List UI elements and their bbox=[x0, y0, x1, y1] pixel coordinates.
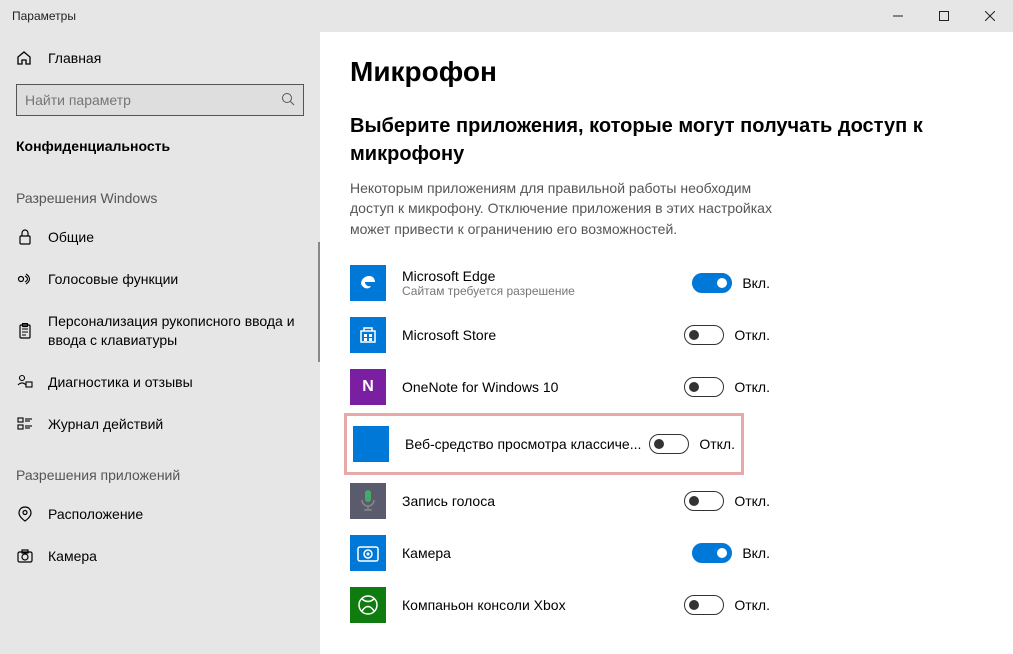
search-input[interactable] bbox=[25, 92, 281, 108]
toggle-label: Откл. bbox=[734, 597, 770, 613]
sidebar-item-diagnostics[interactable]: Диагностика и отзывы bbox=[0, 361, 320, 403]
app-toggle-wrap: Откл. bbox=[649, 434, 735, 454]
sidebar-item-label: Расположение bbox=[48, 505, 304, 523]
app-text: Запись голоса bbox=[402, 493, 684, 509]
sidebar-item-inking[interactable]: Персонализация рукописного ввода и ввода… bbox=[0, 300, 320, 360]
app-name: Компаньон консоли Xbox bbox=[402, 597, 684, 613]
app-toggle-wrap: Откл. bbox=[684, 491, 770, 511]
lock-icon bbox=[16, 229, 34, 245]
close-button[interactable] bbox=[967, 0, 1013, 32]
app-toggle[interactable] bbox=[692, 273, 732, 293]
activity-icon bbox=[16, 416, 34, 432]
main-content: Микрофон Выберите приложения, которые мо… bbox=[320, 32, 1013, 654]
sidebar-item-label: Диагностика и отзывы bbox=[48, 373, 304, 391]
sidebar-item-location[interactable]: Расположение bbox=[0, 493, 320, 535]
app-name: Веб-средство просмотра классиче... bbox=[405, 436, 649, 452]
app-toggle-wrap: Вкл. bbox=[692, 273, 770, 293]
toggle-label: Откл. bbox=[734, 327, 770, 343]
app-icon bbox=[353, 426, 389, 462]
section-description: Некоторым приложениям для правильной раб… bbox=[350, 178, 790, 239]
app-text: OneNote for Windows 10 bbox=[402, 379, 684, 395]
app-row: Камера Вкл. bbox=[350, 527, 770, 579]
app-name: Запись голоса bbox=[402, 493, 684, 509]
app-icon bbox=[350, 317, 386, 353]
sidebar-item-camera[interactable]: Камера bbox=[0, 535, 320, 577]
minimize-button[interactable] bbox=[875, 0, 921, 32]
toggle-label: Откл. bbox=[699, 436, 735, 452]
sidebar-category: Конфиденциальность bbox=[0, 124, 320, 168]
app-toggle[interactable] bbox=[684, 325, 724, 345]
app-toggle[interactable] bbox=[649, 434, 689, 454]
app-row: N OneNote for Windows 10 Откл. bbox=[350, 361, 770, 413]
search-icon bbox=[281, 92, 295, 109]
app-toggle-wrap: Откл. bbox=[684, 325, 770, 345]
app-name: Камера bbox=[402, 545, 692, 561]
app-text: Компаньон консоли Xbox bbox=[402, 597, 684, 613]
app-row: Веб-средство просмотра классиче... Откл. bbox=[344, 413, 744, 475]
clipboard-icon bbox=[16, 323, 34, 339]
app-toggle[interactable] bbox=[684, 491, 724, 511]
app-toggle-wrap: Откл. bbox=[684, 595, 770, 615]
sidebar-item-label: Голосовые функции bbox=[48, 270, 304, 288]
app-text: Microsoft EdgeСайтам требуется разрешени… bbox=[402, 268, 692, 298]
sidebar-item-label: Общие bbox=[48, 228, 304, 246]
app-toggle-wrap: Вкл. bbox=[692, 543, 770, 563]
feedback-icon bbox=[16, 374, 34, 390]
app-icon: N bbox=[350, 369, 386, 405]
app-name: OneNote for Windows 10 bbox=[402, 379, 684, 395]
app-toggle[interactable] bbox=[684, 595, 724, 615]
app-row: Microsoft EdgeСайтам требуется разрешени… bbox=[350, 257, 770, 309]
maximize-button[interactable] bbox=[921, 0, 967, 32]
sidebar: Главная Конфиденциальность Разрешения Wi… bbox=[0, 32, 320, 654]
sidebar-item-general[interactable]: Общие bbox=[0, 216, 320, 258]
toggle-label: Откл. bbox=[734, 493, 770, 509]
app-icon bbox=[350, 265, 386, 301]
search-box[interactable] bbox=[16, 84, 304, 116]
app-icon bbox=[350, 483, 386, 519]
apps-list: Microsoft EdgeСайтам требуется разрешени… bbox=[350, 257, 983, 631]
app-name: Microsoft Store bbox=[402, 327, 684, 343]
app-row: Microsoft Store Откл. bbox=[350, 309, 770, 361]
sidebar-item-label: Камера bbox=[48, 547, 304, 565]
app-row: Компаньон консоли Xbox Откл. bbox=[350, 579, 770, 631]
app-text: Веб-средство просмотра классиче... bbox=[405, 436, 649, 452]
app-name: Microsoft Edge bbox=[402, 268, 692, 284]
sidebar-section-windows: Разрешения Windows bbox=[0, 168, 320, 216]
page-title: Микрофон bbox=[350, 56, 983, 88]
nav-home[interactable]: Главная bbox=[0, 40, 320, 76]
app-toggle[interactable] bbox=[684, 377, 724, 397]
sidebar-scrollbar[interactable] bbox=[318, 242, 320, 362]
sidebar-item-label: Журнал действий bbox=[48, 415, 304, 433]
toggle-label: Откл. bbox=[734, 379, 770, 395]
sidebar-item-voice[interactable]: Голосовые функции bbox=[0, 258, 320, 300]
nav-home-label: Главная bbox=[48, 50, 101, 66]
window-title: Параметры bbox=[12, 9, 76, 23]
camera-icon bbox=[16, 549, 34, 563]
location-icon bbox=[16, 506, 34, 522]
toggle-label: Вкл. bbox=[742, 275, 770, 291]
app-row: Запись голоса Откл. bbox=[350, 475, 770, 527]
app-text: Microsoft Store bbox=[402, 327, 684, 343]
toggle-label: Вкл. bbox=[742, 545, 770, 561]
app-icon bbox=[350, 535, 386, 571]
section-heading: Выберите приложения, которые могут получ… bbox=[350, 112, 983, 168]
titlebar: Параметры bbox=[0, 0, 1013, 32]
sidebar-item-label: Персонализация рукописного ввода и ввода… bbox=[48, 312, 304, 348]
sidebar-item-activity[interactable]: Журнал действий bbox=[0, 403, 320, 445]
voice-icon bbox=[16, 271, 34, 287]
app-icon bbox=[350, 587, 386, 623]
app-toggle[interactable] bbox=[692, 543, 732, 563]
app-toggle-wrap: Откл. bbox=[684, 377, 770, 397]
app-text: Камера bbox=[402, 545, 692, 561]
sidebar-section-apps: Разрешения приложений bbox=[0, 445, 320, 493]
app-subtext: Сайтам требуется разрешение bbox=[402, 284, 692, 298]
home-icon bbox=[16, 50, 34, 66]
